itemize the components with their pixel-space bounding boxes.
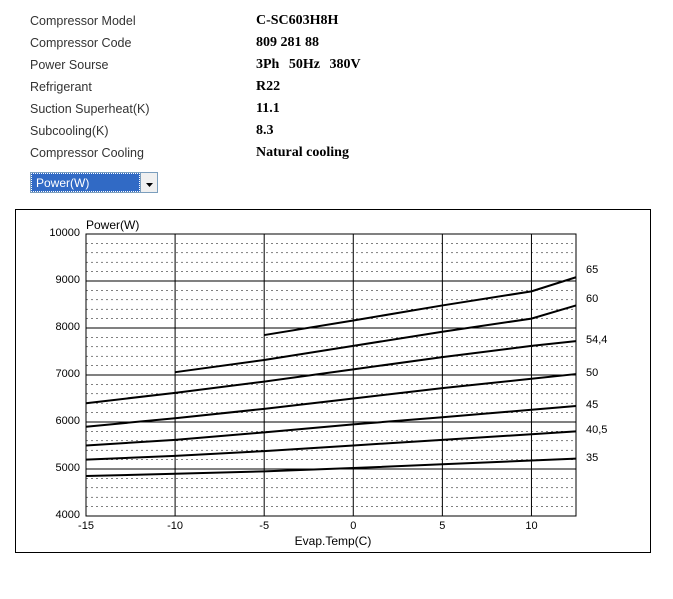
series-label: 45 bbox=[586, 399, 598, 411]
code-label: Compressor Code bbox=[30, 32, 256, 54]
x-tick-label: -5 bbox=[259, 520, 269, 532]
x-tick-label: -15 bbox=[78, 520, 94, 532]
subcooling-label: Subcooling(K) bbox=[30, 120, 256, 142]
model-label: Compressor Model bbox=[30, 10, 256, 32]
chevron-down-icon bbox=[146, 176, 153, 190]
power-source-label: Power Sourse bbox=[30, 54, 256, 76]
dropdown-selected: Power(W) bbox=[31, 173, 140, 192]
x-tick-label: 0 bbox=[350, 520, 356, 532]
superheat-value: 11.1 bbox=[256, 98, 361, 120]
series-label: 54,4 bbox=[586, 334, 607, 346]
x-axis-label: Evap.Temp(C) bbox=[295, 534, 372, 548]
spec-table: Compressor Model C-SC603H8H Compressor C… bbox=[30, 10, 361, 164]
refrigerant-value: R22 bbox=[256, 76, 361, 98]
x-tick-label: -10 bbox=[167, 520, 183, 532]
cooling-value: Natural cooling bbox=[256, 142, 361, 164]
x-tick-label: 10 bbox=[525, 520, 537, 532]
chart-mode-dropdown[interactable]: Power(W) bbox=[30, 172, 158, 193]
series-label: 60 bbox=[586, 293, 598, 305]
refrigerant-label: Refrigerant bbox=[30, 76, 256, 98]
model-value: C-SC603H8H bbox=[256, 10, 361, 32]
power-chart: Power(W) Evap.Temp(C) 400050006000700080… bbox=[15, 209, 651, 553]
series-label: 65 bbox=[586, 264, 598, 276]
code-value: 809 281 88 bbox=[256, 32, 361, 54]
x-tick-label: 5 bbox=[439, 520, 445, 532]
series-label: 35 bbox=[586, 452, 598, 464]
subcooling-value: 8.3 bbox=[256, 120, 361, 142]
dropdown-button[interactable] bbox=[140, 173, 157, 192]
cooling-label: Compressor Cooling bbox=[30, 142, 256, 164]
series-label: 50 bbox=[586, 367, 598, 379]
power-source-value: 3Ph 50Hz 380V bbox=[256, 54, 361, 76]
superheat-label: Suction Superheat(K) bbox=[30, 98, 256, 120]
series-label: 40,5 bbox=[586, 424, 607, 436]
